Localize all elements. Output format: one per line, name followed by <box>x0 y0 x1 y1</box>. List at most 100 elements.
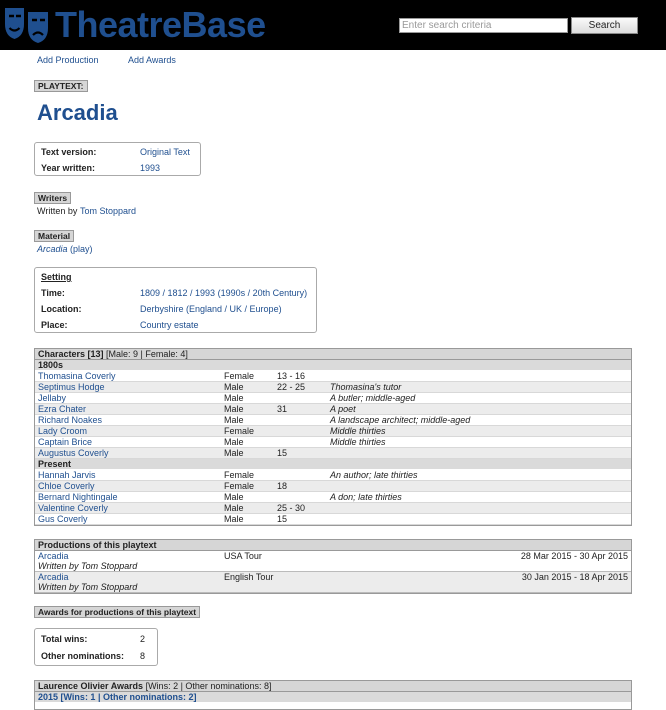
character-gender: Male <box>224 503 244 513</box>
production-tour: English Tour <box>224 572 274 582</box>
written-by-prefix: Written by <box>37 206 78 216</box>
character-gender: Male <box>224 393 244 403</box>
character-row: Gus Coverly Male 15 <box>35 514 631 525</box>
character-name-link[interactable]: Gus Coverly <box>38 514 88 525</box>
character-group-heading: 1800s <box>35 360 631 371</box>
characters-gender-counts: [Male: 9 | Female: 4] <box>106 349 188 359</box>
olivier-awards-panel: Laurence Olivier Awards [Wins: 2 | Other… <box>34 680 632 710</box>
character-name-link[interactable]: Ezra Chater <box>38 404 86 415</box>
character-gender: Female <box>224 481 255 491</box>
olivier-year-row[interactable]: 2015 [Wins: 1 | Other nominations: 2] <box>35 692 631 703</box>
character-name-link[interactable]: Chloe Coverly <box>38 481 95 492</box>
character-description: An author; late thirties <box>330 470 418 480</box>
olivier-heading: Laurence Olivier Awards [Wins: 2 | Other… <box>35 681 631 692</box>
character-gender: Male <box>224 382 244 392</box>
character-row: Lady Croom Female Middle thirties <box>35 426 631 437</box>
production-dates: 30 Jan 2015 - 18 Apr 2015 <box>521 572 628 582</box>
writers-label: Writers <box>34 192 72 204</box>
character-name-link[interactable]: Hannah Jarvis <box>38 470 96 481</box>
characters-heading: Characters [13] [Male: 9 | Female: 4] <box>35 349 631 360</box>
add-awards-link[interactable]: Add Awards <box>128 55 176 65</box>
character-description: Middle thirties <box>330 437 386 447</box>
time-label: Time: <box>41 288 65 298</box>
character-name-link[interactable]: Septimus Hodge <box>38 382 105 393</box>
production-written-by: Written by Tom Stoppard <box>38 582 138 592</box>
production-title-link[interactable]: Arcadia <box>38 551 69 561</box>
olivier-title: Laurence Olivier Awards <box>38 681 144 691</box>
setting-box: Setting Time: 1809 / 1812 / 1993 (1990s … <box>34 267 317 333</box>
character-row: Richard Noakes Male A landscape architect;… <box>35 415 631 426</box>
add-production-link[interactable]: Add Production <box>37 55 99 65</box>
production-dates: 28 Mar 2015 - 30 Apr 2015 <box>520 551 628 561</box>
character-row: Chloe Coverly Female 18 <box>35 481 631 492</box>
character-gender: Male <box>224 404 244 414</box>
characters-list: 1800s Thomasina Coverly Female 13 - 16 Septi… <box>35 360 631 525</box>
awards-label: Awards for productions of this playtext <box>34 606 201 618</box>
search-input[interactable] <box>399 18 568 33</box>
year-written-link[interactable]: 1993 <box>140 163 160 173</box>
character-gender: Male <box>224 448 244 458</box>
other-nominations-label: Other nominations: <box>41 651 124 661</box>
text-version-link[interactable]: Original Text <box>140 147 190 157</box>
character-age: 15 <box>277 448 288 458</box>
characters-count: Characters [13] <box>38 349 104 359</box>
character-age: 22 - 25 <box>277 382 306 392</box>
character-row: Bernard Nightingale Male A don; late thirt… <box>35 492 631 503</box>
theatre-masks-icon[interactable] <box>2 4 52 46</box>
production-row: Arcadia Written by Tom Stoppard English To… <box>35 572 631 593</box>
text-version-label: Text version: <box>41 147 97 157</box>
page-title: Arcadia <box>37 100 118 125</box>
character-name-link[interactable]: Augustus Coverly <box>38 448 109 459</box>
character-description: Thomasina's tutor <box>330 382 402 392</box>
material-label: Material <box>34 230 75 242</box>
character-description: A poet <box>330 404 356 414</box>
character-name-link[interactable]: Lady Croom <box>38 426 87 437</box>
characters-panel: Characters [13] [Male: 9 | Female: 4] 18… <box>34 348 632 526</box>
awards-box: Total wins: 2 Other nominations: 8 <box>34 628 158 666</box>
character-row: Jellaby Male A butler; middle-aged <box>35 393 631 404</box>
production-title-link[interactable]: Arcadia <box>38 572 69 582</box>
character-row: Septimus Hodge Male 22 - 25 Thomasina's tut… <box>35 382 631 393</box>
place-value[interactable]: Country estate <box>140 320 199 330</box>
production-row: Arcadia Written by Tom Stoppard USA Tour 28… <box>35 551 631 572</box>
character-row: Augustus Coverly Male 15 <box>35 448 631 459</box>
character-gender: Female <box>224 371 255 381</box>
character-name-link[interactable]: Valentine Coverly <box>38 503 108 514</box>
total-wins-label: Total wins: <box>41 634 88 644</box>
character-age: 25 - 30 <box>277 503 306 513</box>
playtext-label: PLAYTEXT: <box>34 80 88 92</box>
character-name-link[interactable]: Bernard Nightingale <box>38 492 118 503</box>
top-bar: TheatreBase Search <box>0 0 666 50</box>
character-age: 31 <box>277 404 288 414</box>
character-name-link[interactable]: Jellaby <box>38 393 66 404</box>
other-nominations-value: 8 <box>140 651 146 661</box>
character-description: Middle thirties <box>330 426 386 436</box>
productions-panel: Productions of this playtext Arcadia Writ… <box>34 539 632 594</box>
character-gender: Male <box>224 514 244 524</box>
character-age: 18 <box>277 481 288 491</box>
character-name-link[interactable]: Thomasina Coverly <box>38 371 116 382</box>
character-gender: Female <box>224 426 255 436</box>
logo-text[interactable]: TheatreBase <box>55 4 266 46</box>
character-row: Ezra Chater Male 31 A poet <box>35 404 631 415</box>
time-value[interactable]: 1809 / 1812 / 1993 (1990s / 20th Century… <box>140 288 307 298</box>
character-name-link[interactable]: Captain Brice <box>38 437 92 448</box>
olivier-counts: [Wins: 2 | Other nominations: 8] <box>145 681 272 691</box>
character-description: A don; late thirties <box>330 492 402 502</box>
character-age: 15 <box>277 514 288 524</box>
text-info-box: Text version: Original Text Year written… <box>34 142 201 176</box>
character-age: 13 - 16 <box>277 371 306 381</box>
production-written-by: Written by Tom Stoppard <box>38 561 138 571</box>
search-button[interactable]: Search <box>571 17 638 34</box>
place-label: Place: <box>41 320 68 330</box>
material-link[interactable]: Arcadia <box>37 244 68 254</box>
character-row: Hannah Jarvis Female An author; late thirt… <box>35 470 631 481</box>
location-value[interactable]: Derbyshire (England / UK / Europe) <box>140 304 282 314</box>
total-wins-value: 2 <box>140 634 146 644</box>
character-name-link[interactable]: Richard Noakes <box>38 415 102 426</box>
character-description: A landscape architect; middle-aged <box>330 415 471 425</box>
material-type[interactable]: (play) <box>70 244 93 254</box>
writer-link[interactable]: Tom Stoppard <box>80 206 136 216</box>
character-gender: Male <box>224 415 244 425</box>
character-row: Valentine Coverly Male 25 - 30 <box>35 503 631 514</box>
